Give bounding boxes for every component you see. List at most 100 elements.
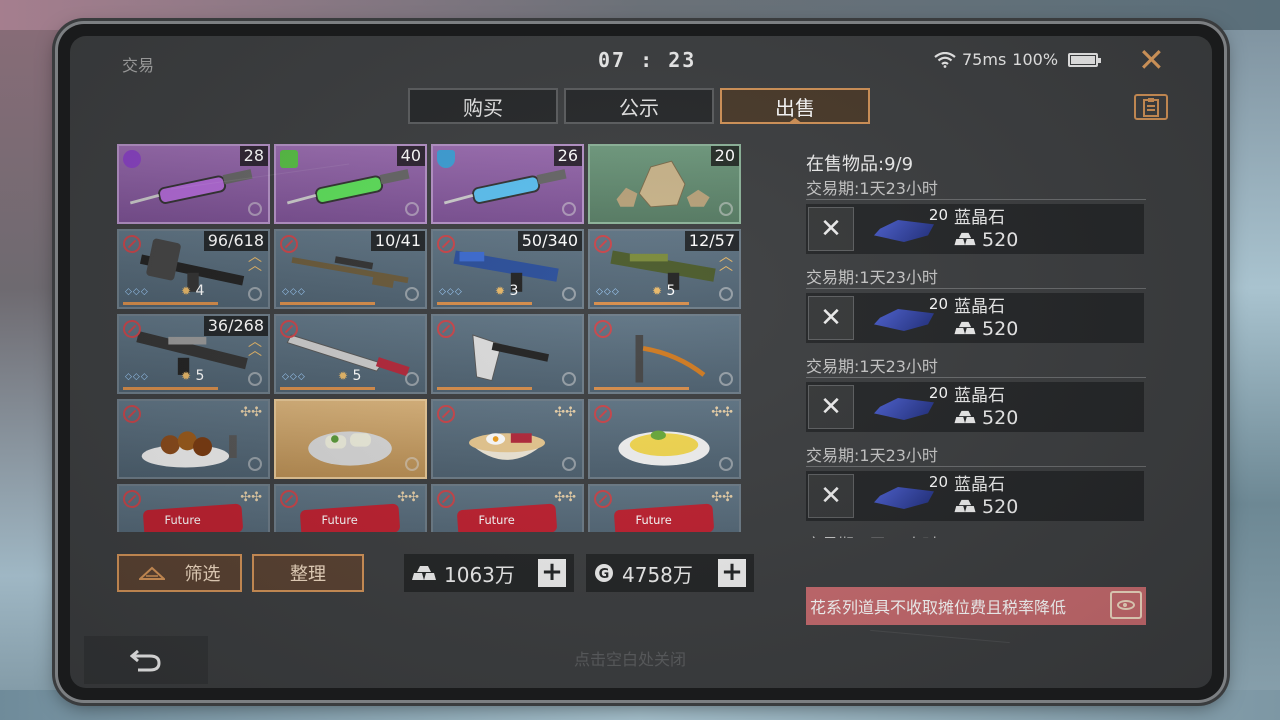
lock-icon — [248, 372, 262, 386]
back-button[interactable] — [84, 636, 208, 684]
cancel-listing-button[interactable]: ✕ — [808, 385, 854, 429]
inventory-slot[interactable]: 20 — [588, 144, 741, 224]
lock-icon — [248, 457, 262, 471]
blue-crystal-icon: 20 — [854, 295, 954, 341]
gold-bar-icon — [954, 499, 976, 513]
close-hint[interactable]: 点击空白处关闭 — [574, 646, 686, 670]
listing-list: 交易期:1天23小时 ✕ 20 蓝晶石 520 交易期:1天23小时 ✕ 20 蓝晶石 520… — [806, 178, 1146, 538]
cancel-listing-button[interactable]: ✕ — [808, 296, 854, 340]
coin-amount: 4758万 — [622, 562, 693, 587]
inventory-slot[interactable] — [274, 399, 427, 479]
trade-period: 交易期:1天23小时 — [806, 178, 1146, 200]
cancel-listing-button[interactable]: ✕ — [808, 207, 854, 251]
inventory-slot[interactable]: 50/340 ◇◇◇ ✹ 3 — [431, 229, 584, 309]
inventory-slot[interactable]: 12/57 ◇◇◇ ✹ 5 ︿ ︿ — [588, 229, 741, 309]
inventory-slot[interactable]: 28 — [117, 144, 270, 224]
listing-info: 蓝晶石 520 — [954, 474, 1018, 518]
inventory-slot[interactable]: Future ✣✣ — [431, 484, 584, 532]
item-count: 50/340 — [517, 231, 582, 251]
inventory-slot[interactable]: 96/618 ◇◇◇ ✹ 4 ︿ ︿ — [117, 229, 270, 309]
inventory-slot[interactable]: Future ✣✣ — [274, 484, 427, 532]
inventory-slot[interactable] — [431, 314, 584, 394]
ban-badge-icon — [123, 405, 141, 423]
shield-badge-icon — [437, 150, 455, 168]
filter-button[interactable]: 筛选 — [117, 554, 242, 592]
lock-icon — [719, 457, 733, 471]
sort-button[interactable]: 整理 — [252, 554, 364, 592]
listing-item: 交易期:1天23小时✕20蓝晶石 520 — [806, 534, 1146, 538]
inventory-slot[interactable]: ◇◇◇ ✹ 5 — [274, 314, 427, 394]
sell-panel: 在售物品:9/9 交易期:1天23小时 ✕ 20 蓝晶石 520 交易期:1天23小时 ✕… — [778, 144, 1178, 625]
tab-announce[interactable]: 公示 — [564, 88, 714, 124]
inventory-grid: 28 40 26 20 96/618 ◇◇◇ ✹ 4 ︿ ︿ 10/41 ◇◇◇ 50/340 ◇◇◇ ✹… — [117, 144, 742, 532]
durability-bar — [280, 302, 375, 305]
trade-period: 交易期:1天23小时 — [806, 356, 1146, 378]
durability-bar — [437, 387, 532, 390]
cancel-listing-button[interactable]: ✕ — [808, 474, 854, 518]
listing-info: 蓝晶石 520 — [954, 385, 1018, 429]
lock-icon — [719, 202, 733, 216]
svg-text:Future: Future — [322, 513, 358, 527]
lock-icon — [405, 202, 419, 216]
tab-buy[interactable]: 购买 — [408, 88, 558, 124]
lock-icon — [248, 287, 262, 301]
add-gold-button[interactable]: + — [538, 559, 566, 587]
inventory-slot[interactable]: ✣✣ — [588, 399, 741, 479]
gold-amount: 1063万 — [444, 562, 515, 587]
close-icon[interactable]: ✕ — [1138, 44, 1165, 76]
ban-badge-icon — [280, 235, 298, 253]
inventory-slot[interactable]: 36/268 ◇◇◇ ✹ 5 ︿ ︿ — [117, 314, 270, 394]
ban-badge-icon — [594, 490, 612, 508]
listing-item: 交易期:1天23小时 ✕ 20 蓝晶石 520 — [806, 267, 1146, 356]
trade-period: 交易期:1天23小时 — [806, 267, 1146, 289]
listing-row: ✕ 20 蓝晶石 520 — [806, 293, 1144, 343]
listing-price: 520 — [954, 229, 1018, 251]
ban-badge-icon — [280, 490, 298, 508]
lock-icon — [248, 202, 262, 216]
inventory-slot[interactable]: Future ✣✣ — [117, 484, 270, 532]
listing-name: 蓝晶石 — [954, 475, 1005, 495]
durability-bar — [280, 387, 375, 390]
listing-qty: 20 — [928, 473, 948, 491]
item-count: 36/268 — [203, 316, 268, 336]
status-bar: 75ms 100% — [934, 50, 1102, 69]
gold-balance: 1063万 + — [404, 554, 574, 592]
quality-pips: ◇◇◇ — [282, 372, 306, 382]
durability-bar — [123, 302, 218, 305]
clipboard-icon[interactable] — [1134, 94, 1168, 120]
listing-qty: 20 — [928, 384, 948, 402]
listing-info: 蓝晶石 520 — [954, 207, 1018, 251]
inventory-slot[interactable]: ✣✣ — [117, 399, 270, 479]
listing-info: 蓝晶石 520 — [954, 296, 1018, 340]
listing-price: 520 — [954, 407, 1018, 429]
item-count: 40 — [396, 146, 425, 166]
inventory-slot[interactable]: ✣✣ — [431, 399, 584, 479]
upgrade-level: ✹ 5 — [652, 283, 676, 299]
listing-item: 交易期:1天23小时 ✕20蓝晶石 520 — [806, 178, 1146, 267]
blue-crystal-icon: 20 — [854, 206, 954, 252]
listing-name: 蓝晶石 — [954, 297, 1005, 317]
item-count: 28 — [239, 146, 268, 166]
food-tags-icon: ✣✣ — [711, 405, 733, 420]
lock-icon — [719, 287, 733, 301]
gold-bar-icon — [954, 410, 976, 424]
eye-icon[interactable] — [1110, 591, 1142, 619]
inventory-slot[interactable]: 40 — [274, 144, 427, 224]
quality-pips: ◇◇◇ — [439, 287, 463, 297]
inventory-slot[interactable]: 26 — [431, 144, 584, 224]
listing-qty: 20 — [928, 295, 948, 313]
inventory-slot[interactable]: 10/41 ◇◇◇ — [274, 229, 427, 309]
inventory-slot[interactable]: Future ✣✣ — [588, 484, 741, 532]
upgrade-level: ✹ 4 — [181, 283, 205, 299]
add-coin-button[interactable]: + — [718, 559, 746, 587]
food-tags-icon: ✣✣ — [554, 405, 576, 420]
filter-icon — [138, 566, 165, 580]
tab-sell[interactable]: 出售 — [720, 88, 870, 124]
wifi-icon — [934, 51, 956, 68]
inventory-slot[interactable] — [588, 314, 741, 394]
ban-badge-icon — [437, 490, 455, 508]
filter-label: 筛选 — [184, 564, 221, 585]
screen-scratch — [870, 629, 1010, 644]
ban-badge-icon — [437, 405, 455, 423]
listing-count: 在售物品:9/9 — [806, 154, 914, 175]
